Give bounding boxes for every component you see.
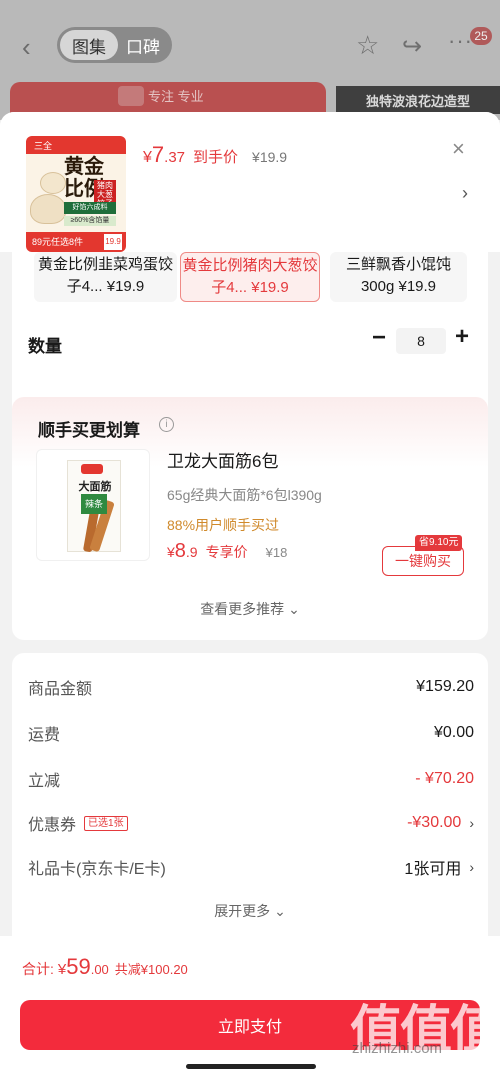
price-decimal: .37 xyxy=(164,149,186,166)
notification-badge: 25 xyxy=(470,27,492,45)
price-tag: 专享价 xyxy=(205,544,248,560)
total-label: 合计: xyxy=(22,961,54,977)
share-icon[interactable]: ↪ xyxy=(402,32,422,61)
summary-value: 1张可用 xyxy=(404,861,462,878)
expand-more-link[interactable]: 展开更多 ⌄ xyxy=(12,901,488,921)
banner-feature-label: 独特波浪花边造型 xyxy=(336,86,500,114)
chevron-down-icon: ⌄ xyxy=(274,903,286,919)
chevron-right-icon: › xyxy=(469,859,474,875)
summary-value: ¥0.00 xyxy=(433,724,474,741)
image-green-sublabel: ≥60%含馅量 xyxy=(64,216,116,226)
image-green-label: 好馅六成料 xyxy=(64,202,116,214)
price-symbol: ¥ xyxy=(143,149,152,166)
back-icon[interactable]: ‹ xyxy=(22,32,31,63)
coupon-selected-tag: 已选1张 xyxy=(84,815,128,831)
original-price: ¥19.9 xyxy=(252,149,288,165)
original-price: ¥18 xyxy=(265,545,288,560)
variant-option[interactable]: 三鲜飘香小馄饨300g ¥19.9 xyxy=(330,252,467,302)
see-more-label: 查看更多推荐 xyxy=(200,601,285,617)
quantity-label: 数量 xyxy=(28,337,62,356)
summary-row-giftcard[interactable]: 礼品卡(京东卡/E卡) 1张可用 › xyxy=(28,855,474,879)
total-integer: 59 xyxy=(66,954,91,979)
summary-value: ¥159.20 xyxy=(416,678,474,695)
price-integer: 8 xyxy=(174,540,186,562)
brand-logo-icon xyxy=(118,86,144,106)
summary-label-group: 优惠券 已选1张 xyxy=(28,811,407,835)
summary-row-shipping: 运费 ¥0.00 xyxy=(28,721,474,745)
summary-value: -¥30.00 xyxy=(407,814,462,831)
price-tag: 到手价 xyxy=(193,149,239,166)
quantity-plus-button[interactable]: + xyxy=(452,323,472,351)
summary-label: 优惠券 xyxy=(28,817,77,834)
checkout-sheet: 三全 黄金比例 猪肉大葱饺子 好馅六成料 ≥60%含馅量 89元任选8件 19.… xyxy=(0,112,500,1076)
chevron-down-icon: ⌄ xyxy=(288,601,300,617)
order-summary: 商品金额 ¥159.20 运费 ¥0.00 立减 - ¥70.20 优惠券 已选… xyxy=(12,653,488,953)
upsell-product-spec: 65g经典大面筋*6包l390g xyxy=(167,487,322,503)
close-icon[interactable]: × xyxy=(452,136,465,162)
chevron-right-icon[interactable]: › xyxy=(462,183,468,204)
upsell-card: 顺手买更划算 i 大面筋 辣条 卫龙大面筋6包 65g经典大面筋*6包l390g… xyxy=(12,397,488,640)
image-green-label: 辣条 xyxy=(81,494,107,514)
product-image[interactable]: 三全 黄金比例 猪肉大葱饺子 好馅六成料 ≥60%含馅量 89元任选8件 19.… xyxy=(26,136,126,252)
summary-row-goods: 商品金额 ¥159.20 xyxy=(28,675,474,699)
see-more-link[interactable]: 查看更多推荐 ⌄ xyxy=(12,599,488,619)
savings-badge: 省9.10元 xyxy=(415,535,463,551)
total-symbol: ¥ xyxy=(57,961,67,978)
expand-label: 展开更多 xyxy=(214,903,271,919)
chevron-right-icon: › xyxy=(469,815,474,831)
summary-value: - ¥70.20 xyxy=(415,770,474,787)
quantity-input[interactable]: 8 xyxy=(396,328,446,354)
upsell-title: 顺手买更划算 xyxy=(38,421,140,440)
summary-row-coupon[interactable]: 优惠券 已选1张 -¥30.00 › xyxy=(28,811,474,835)
summary-label: 礼品卡(京东卡/E卡) xyxy=(28,861,166,878)
tab-gallery[interactable]: 图集 xyxy=(60,30,118,60)
order-total: 合计: ¥ 59 .00 共减¥100.20 xyxy=(22,954,188,980)
home-indicator xyxy=(186,1064,316,1069)
tab-reviews[interactable]: 口碑 xyxy=(118,30,168,60)
banner-text: 专注 专业 xyxy=(148,89,204,104)
image-logo: 三全 xyxy=(34,141,53,151)
upsell-buyers: 88%用户顺手买过 xyxy=(167,517,280,533)
summary-label: 立减 xyxy=(28,773,61,790)
summary-label: 商品金额 xyxy=(28,681,93,698)
variant-option[interactable]: 黄金比例韭菜鸡蛋饺子4... ¥19.9 xyxy=(34,252,177,302)
top-tabs: 图集 口碑 xyxy=(57,27,172,63)
dumpling-icon xyxy=(30,194,66,224)
upsell-product-name[interactable]: 卫龙大面筋6包 xyxy=(167,447,278,472)
dumpling-icon xyxy=(40,172,66,194)
star-icon[interactable]: ☆ xyxy=(356,30,379,61)
upsell-price: ¥ 8 .9 专享价 ¥18 xyxy=(167,540,287,563)
summary-row-discount: 立减 - ¥70.20 xyxy=(28,767,474,791)
info-icon[interactable]: i xyxy=(159,417,174,432)
quantity-minus-button[interactable]: − xyxy=(369,324,389,352)
price-symbol: ¥ xyxy=(167,544,175,560)
summary-label: 运费 xyxy=(28,727,61,744)
image-title: 大面筋 xyxy=(78,481,112,493)
variant-option-selected[interactable]: 黄金比例猪肉大葱饺子4... ¥19.9 xyxy=(180,252,320,302)
total-saved: 共减¥100.20 xyxy=(114,962,188,977)
product-price: ¥ 7 .37 到手价 ¥19.9 xyxy=(143,142,287,168)
price-decimal: .9 xyxy=(185,544,198,560)
total-decimal: .00 xyxy=(90,962,109,977)
image-price: 19.9 xyxy=(104,234,122,250)
brand-logo-icon xyxy=(81,464,103,474)
product-header: 三全 黄金比例 猪肉大葱饺子 好馅六成料 ≥60%含馅量 89元任选8件 19.… xyxy=(0,112,500,252)
price-integer: 7 xyxy=(151,142,165,167)
more-icon[interactable]: ··· xyxy=(448,28,473,54)
upsell-product-image[interactable]: 大面筋 辣条 xyxy=(36,449,150,561)
watermark-url: zhizhizhi.com xyxy=(352,1040,443,1057)
